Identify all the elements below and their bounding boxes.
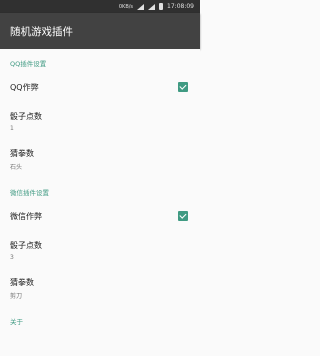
wechat-dice-value: 3 <box>10 253 14 261</box>
battery-icon <box>159 3 164 10</box>
wechat-rps-title: 猜拳数 <box>10 277 34 287</box>
app-bar: 随机游戏插件 <box>0 13 200 49</box>
qq-cheat-checkbox[interactable] <box>178 82 188 92</box>
settings-list: QQ插件设置 QQ作弊 骰子点数 1 猜拳数 石头 微信插件设置 微信作弊 骰子… <box>0 49 200 330</box>
wechat-cheat-checkbox[interactable] <box>178 211 188 221</box>
qq-rps-title: 猜拳数 <box>10 148 34 158</box>
qq-rps-value: 石头 <box>10 163 23 171</box>
clock-text: 17:08:09 <box>167 3 194 10</box>
signal-icon <box>148 3 156 10</box>
wechat-settings-header: 微信插件设置 <box>10 189 49 197</box>
qq-dice-title: 骰子点数 <box>10 111 42 121</box>
about-header: 关于 <box>10 318 23 326</box>
wechat-dice-preference[interactable]: 骰子点数 3 <box>0 231 200 269</box>
net-speed-text: 0KB/s <box>118 3 134 10</box>
qq-cheat-preference[interactable]: QQ作弊 <box>0 72 200 102</box>
qq-cheat-title: QQ作弊 <box>10 82 39 92</box>
wechat-rps-preference[interactable]: 猜拳数 剪刀 <box>0 269 200 307</box>
wechat-cheat-preference[interactable]: 微信作弊 <box>0 201 200 231</box>
qq-settings-header: QQ插件设置 <box>10 60 47 68</box>
wechat-rps-value: 剪刀 <box>10 292 23 300</box>
wechat-dice-title: 骰子点数 <box>10 240 42 250</box>
wifi-icon <box>137 3 145 10</box>
qq-dice-preference[interactable]: 骰子点数 1 <box>0 102 200 140</box>
app-title: 随机游戏插件 <box>10 25 73 38</box>
status-bar: 0KB/s 17:08:09 <box>0 0 200 13</box>
qq-rps-preference[interactable]: 猜拳数 石头 <box>0 140 200 178</box>
qq-dice-value: 1 <box>10 124 14 132</box>
wechat-cheat-title: 微信作弊 <box>10 211 42 221</box>
